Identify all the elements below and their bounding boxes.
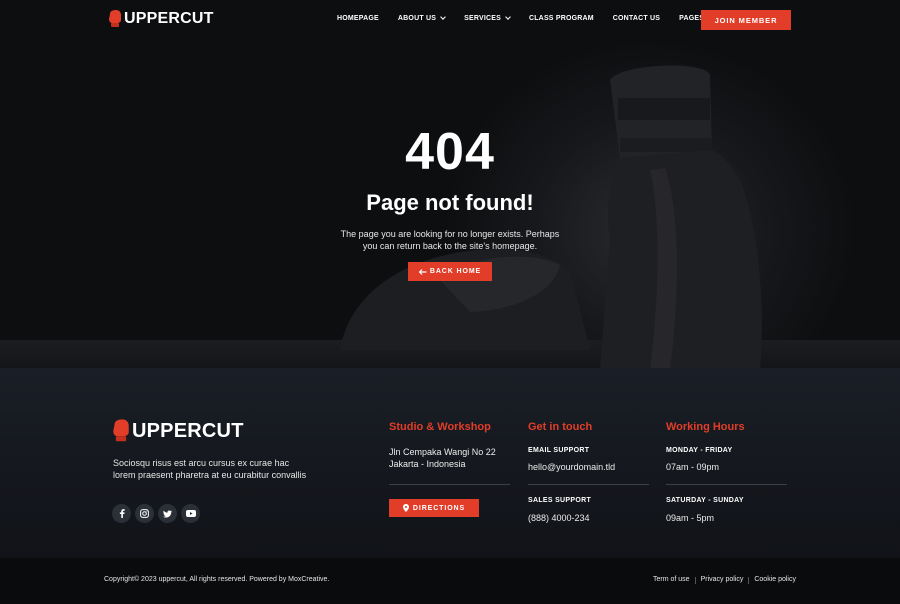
social-links: [112, 504, 200, 523]
email-support-link[interactable]: hello@yourdomain.tld: [528, 462, 615, 472]
working-hours-heading: Working Hours: [666, 421, 745, 433]
site-logo[interactable]: UPPERCUT: [108, 10, 214, 28]
back-home-label: BACK HOME: [429, 268, 482, 275]
contact-heading: Get in touch: [528, 421, 593, 433]
directions-label: DIRECTIONS: [412, 504, 466, 512]
weekend-hours: 09am - 5pm: [666, 513, 715, 523]
studio-heading: Studio & Workshop: [389, 421, 491, 433]
studio-address: Jln Cempaka Wangi No 22 Jakarta - Indone…: [389, 446, 496, 470]
weekday-label: MONDAY - FRIDAY: [666, 447, 733, 454]
top-navigation: UPPERCUT HOMEPAGE ABOUT US SERVICES CLAS…: [0, 0, 900, 40]
facebook-icon[interactable]: [112, 504, 131, 523]
nav-item-label: HOMEPAGE: [337, 15, 379, 22]
email-support-label: EMAIL SUPPORT: [528, 447, 590, 454]
address-line: Jakarta - Indonesia: [389, 459, 466, 469]
join-member-button[interactable]: JOIN MEMBER: [701, 10, 791, 30]
main-menu: HOMEPAGE ABOUT US SERVICES CLASS PROGRAM…: [337, 14, 714, 22]
nav-item-label: SERVICES: [464, 15, 501, 22]
twitter-icon[interactable]: [158, 504, 177, 523]
nav-item-homepage[interactable]: HOMEPAGE: [337, 15, 379, 22]
divider: [389, 484, 510, 485]
privacy-link[interactable]: Privacy policy: [701, 576, 744, 584]
cookie-link[interactable]: Cookie policy: [754, 576, 796, 584]
error-code: 404: [405, 123, 495, 181]
logo-text: UPPERCUT: [124, 10, 214, 27]
nav-item-about-us[interactable]: ABOUT US: [397, 14, 446, 22]
footer-logo[interactable]: UPPERCUT: [112, 419, 244, 443]
boxing-glove-icon: [109, 10, 121, 27]
arrow-left-icon: [418, 268, 427, 275]
nav-item-label: CONTACT US: [612, 15, 661, 22]
legal-links: Term of use Privacy policy Cookie policy: [653, 576, 796, 584]
nav-item-label: ABOUT US: [397, 15, 437, 22]
weekend-label: SATURDAY - SUNDAY: [666, 497, 744, 504]
divider: [666, 484, 787, 485]
divider: [528, 484, 649, 485]
error-title: Page not found!: [366, 190, 534, 215]
nav-item-class-program[interactable]: CLASS PROGRAM: [529, 15, 594, 22]
error-message: The page you are looking for no longer e…: [0, 228, 900, 252]
weekday-hours: 07am - 09pm: [666, 462, 720, 472]
youtube-icon[interactable]: [181, 504, 200, 523]
divider: [694, 577, 696, 584]
boxing-glove-icon: [113, 419, 129, 442]
address-line: Jln Cempaka Wangi No 22: [389, 447, 496, 457]
map-pin-icon: [402, 504, 409, 512]
divider: [748, 577, 750, 584]
nav-item-label: CLASS PROGRAM: [528, 15, 594, 22]
sales-support-label: SALES SUPPORT: [528, 497, 592, 504]
instagram-icon[interactable]: [135, 504, 154, 523]
copyright-text: Copyright© 2023 uppercut, All rights res…: [104, 576, 330, 583]
hero-section: [0, 0, 900, 368]
chevron-down-icon: [505, 14, 511, 20]
error-message-line: The page you are looking for no longer e…: [340, 229, 560, 239]
nav-item-services[interactable]: SERVICES: [464, 14, 511, 22]
terms-link[interactable]: Term of use: [653, 576, 690, 584]
nav-item-contact-us[interactable]: CONTACT US: [613, 15, 660, 22]
error-message-line: you can return back to the site's homepa…: [362, 241, 538, 251]
directions-button[interactable]: DIRECTIONS: [389, 499, 479, 517]
footer-logo-text: UPPERCUT: [132, 419, 244, 442]
footer-description: Sociosqu risus est arcu cursus ex curae …: [113, 458, 307, 480]
chevron-down-icon: [440, 14, 446, 20]
back-home-button[interactable]: BACK HOME: [408, 262, 492, 281]
sales-support-phone[interactable]: (888) 4000-234: [528, 513, 590, 523]
